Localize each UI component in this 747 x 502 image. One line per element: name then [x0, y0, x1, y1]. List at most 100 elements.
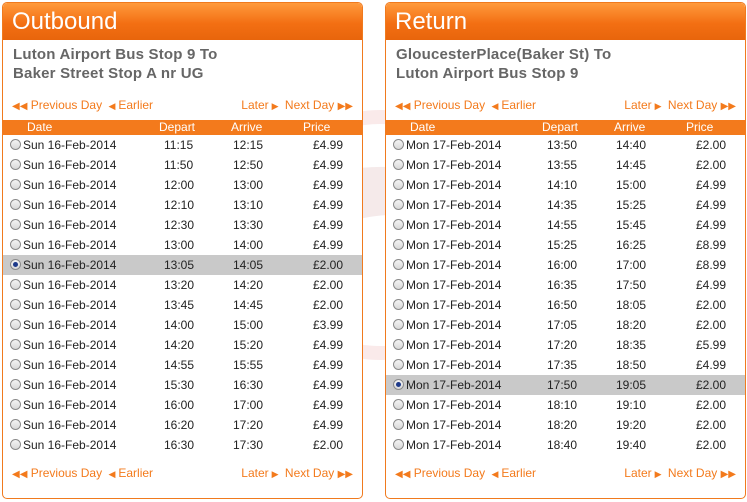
fare-radio-button[interactable] [10, 359, 21, 370]
outbound-later-link[interactable]: Later [241, 98, 268, 112]
outbound-later-link-bottom[interactable]: Later [241, 466, 268, 480]
table-row[interactable]: Mon 17-Feb-2014 18:10 19:10 £2.00 [386, 395, 745, 415]
fare-radio-button[interactable] [393, 339, 404, 350]
select-cell[interactable] [386, 355, 406, 375]
select-cell[interactable] [3, 135, 23, 155]
table-row[interactable]: Mon 17-Feb-2014 17:50 19:05 £2.00 [386, 375, 745, 395]
select-cell[interactable] [3, 415, 23, 435]
fare-radio-button[interactable] [10, 439, 21, 450]
outbound-previous-day-link-bottom[interactable]: ◀◀ Previous Day [12, 466, 102, 480]
select-cell[interactable] [386, 415, 406, 435]
table-row[interactable]: Sun 16-Feb-2014 16:30 17:30 £2.00 [3, 435, 362, 455]
table-row[interactable]: Sun 16-Feb-2014 13:05 14:05 £2.00 [3, 255, 362, 275]
table-row[interactable]: Mon 17-Feb-2014 17:05 18:20 £2.00 [386, 315, 745, 335]
select-cell[interactable] [3, 295, 23, 315]
outbound-previous-day-link[interactable]: ◀◀ Previous Day [12, 98, 102, 112]
table-row[interactable]: Sun 16-Feb-2014 12:30 13:30 £4.99 [3, 215, 362, 235]
fare-radio-button[interactable] [10, 159, 21, 170]
fare-radio-button[interactable] [10, 239, 21, 250]
outbound-next-day-link[interactable]: Next Day ▶▶ [285, 98, 353, 112]
table-row[interactable]: Sun 16-Feb-2014 11:15 12:15 £4.99 [3, 135, 362, 155]
select-cell[interactable] [386, 135, 406, 155]
table-row[interactable]: Sun 16-Feb-2014 15:30 16:30 £4.99 [3, 375, 362, 395]
select-cell[interactable] [3, 155, 23, 175]
table-row[interactable]: Mon 17-Feb-2014 18:40 19:40 £2.00 [386, 435, 745, 455]
select-cell[interactable] [386, 435, 406, 455]
table-row[interactable]: Mon 17-Feb-2014 16:00 17:00 £8.99 [386, 255, 745, 275]
return-next-day-link[interactable]: Next Day ▶▶ [668, 98, 736, 112]
return-next-day-link-bottom[interactable]: Next Day ▶▶ [668, 466, 736, 480]
fare-radio-button[interactable] [10, 199, 21, 210]
table-row[interactable]: Mon 17-Feb-2014 16:50 18:05 £2.00 [386, 295, 745, 315]
fare-radio-button[interactable] [393, 359, 404, 370]
select-cell[interactable] [3, 235, 23, 255]
table-row[interactable]: Mon 17-Feb-2014 13:55 14:45 £2.00 [386, 155, 745, 175]
table-row[interactable]: Mon 17-Feb-2014 17:35 18:50 £4.99 [386, 355, 745, 375]
table-row[interactable]: Sun 16-Feb-2014 13:20 14:20 £2.00 [3, 275, 362, 295]
select-cell[interactable] [3, 315, 23, 335]
select-cell[interactable] [386, 395, 406, 415]
select-cell[interactable] [386, 295, 406, 315]
outbound-earlier-link[interactable]: Earlier [118, 98, 153, 112]
table-row[interactable]: Mon 17-Feb-2014 14:10 15:00 £4.99 [386, 175, 745, 195]
fare-radio-button[interactable] [393, 399, 404, 410]
fare-radio-button[interactable] [10, 339, 21, 350]
select-cell[interactable] [386, 195, 406, 215]
return-previous-day-link-bottom[interactable]: ◀◀ Previous Day [395, 466, 485, 480]
return-previous-day-link[interactable]: ◀◀ Previous Day [395, 98, 485, 112]
select-cell[interactable] [3, 175, 23, 195]
fare-radio-button[interactable] [393, 419, 404, 430]
fare-radio-button[interactable] [10, 259, 21, 270]
table-row[interactable]: Sun 16-Feb-2014 16:20 17:20 £4.99 [3, 415, 362, 435]
fare-radio-button[interactable] [10, 279, 21, 290]
table-row[interactable]: Mon 17-Feb-2014 14:35 15:25 £4.99 [386, 195, 745, 215]
fare-radio-button[interactable] [393, 179, 404, 190]
select-cell[interactable] [386, 175, 406, 195]
select-cell[interactable] [386, 375, 406, 395]
select-cell[interactable] [3, 395, 23, 415]
table-row[interactable]: Mon 17-Feb-2014 14:55 15:45 £4.99 [386, 215, 745, 235]
table-row[interactable]: Sun 16-Feb-2014 16:00 17:00 £4.99 [3, 395, 362, 415]
fare-radio-button[interactable] [393, 299, 404, 310]
select-cell[interactable] [3, 355, 23, 375]
fare-radio-button[interactable] [10, 139, 21, 150]
fare-radio-button[interactable] [393, 279, 404, 290]
table-row[interactable]: Sun 16-Feb-2014 11:50 12:50 £4.99 [3, 155, 362, 175]
table-row[interactable]: Mon 17-Feb-2014 18:20 19:20 £2.00 [386, 415, 745, 435]
select-cell[interactable] [3, 195, 23, 215]
fare-radio-button[interactable] [10, 179, 21, 190]
table-row[interactable]: Sun 16-Feb-2014 13:00 14:00 £4.99 [3, 235, 362, 255]
fare-radio-button[interactable] [10, 299, 21, 310]
table-row[interactable]: Mon 17-Feb-2014 16:35 17:50 £4.99 [386, 275, 745, 295]
outbound-next-day-link-bottom[interactable]: Next Day ▶▶ [285, 466, 353, 480]
fare-radio-button[interactable] [10, 319, 21, 330]
fare-radio-button[interactable] [393, 379, 404, 390]
fare-radio-button[interactable] [10, 219, 21, 230]
select-cell[interactable] [3, 435, 23, 455]
fare-radio-button[interactable] [393, 439, 404, 450]
table-row[interactable]: Sun 16-Feb-2014 14:00 15:00 £3.99 [3, 315, 362, 335]
return-later-link[interactable]: Later [624, 98, 651, 112]
fare-radio-button[interactable] [10, 379, 21, 390]
table-row[interactable]: Mon 17-Feb-2014 15:25 16:25 £8.99 [386, 235, 745, 255]
return-earlier-link-bottom[interactable]: Earlier [501, 466, 536, 480]
table-row[interactable]: Sun 16-Feb-2014 12:00 13:00 £4.99 [3, 175, 362, 195]
outbound-earlier-link-bottom[interactable]: Earlier [118, 466, 153, 480]
fare-radio-button[interactable] [10, 399, 21, 410]
select-cell[interactable] [3, 335, 23, 355]
select-cell[interactable] [3, 215, 23, 235]
fare-radio-button[interactable] [393, 199, 404, 210]
select-cell[interactable] [386, 315, 406, 335]
select-cell[interactable] [3, 375, 23, 395]
fare-radio-button[interactable] [393, 319, 404, 330]
table-row[interactable]: Sun 16-Feb-2014 14:20 15:20 £4.99 [3, 335, 362, 355]
return-later-link-bottom[interactable]: Later [624, 466, 651, 480]
fare-radio-button[interactable] [393, 239, 404, 250]
select-cell[interactable] [386, 235, 406, 255]
table-row[interactable]: Mon 17-Feb-2014 17:20 18:35 £5.99 [386, 335, 745, 355]
select-cell[interactable] [3, 275, 23, 295]
fare-radio-button[interactable] [393, 159, 404, 170]
select-cell[interactable] [386, 335, 406, 355]
select-cell[interactable] [386, 275, 406, 295]
return-earlier-link[interactable]: Earlier [501, 98, 536, 112]
